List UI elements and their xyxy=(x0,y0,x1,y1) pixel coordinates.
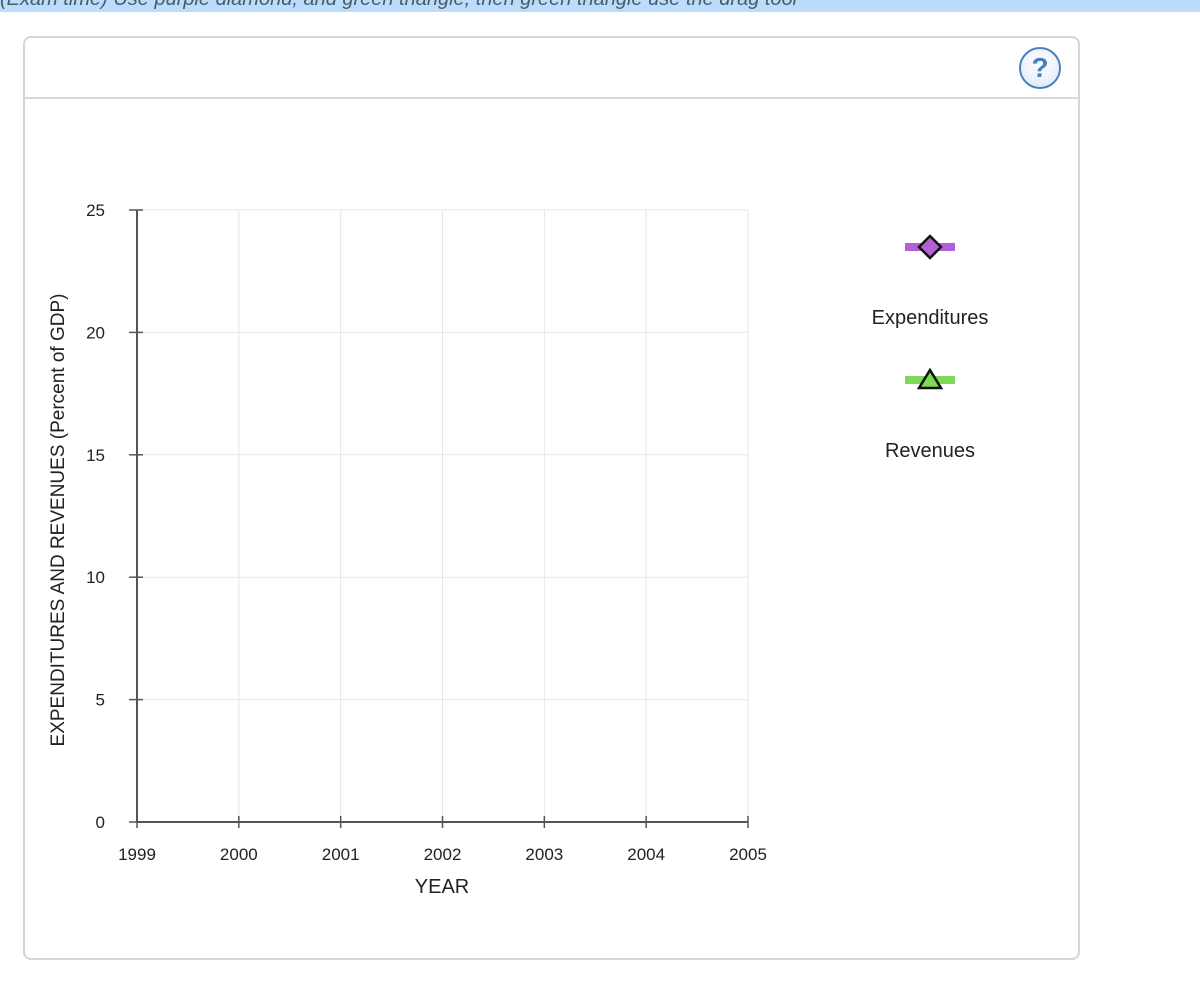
legend-item-revenues[interactable]: Revenues xyxy=(885,367,975,462)
grid-lines xyxy=(137,209,749,822)
y-tick-label: 10 xyxy=(86,568,105,587)
x-tick-label: 2001 xyxy=(322,845,360,864)
x-tick-labels: 1999 2000 2001 2002 2003 2004 2005 xyxy=(118,845,767,864)
y-tick-label: 5 xyxy=(96,691,105,710)
y-tick-label: 0 xyxy=(96,813,105,832)
y-tick-label: 15 xyxy=(86,446,105,465)
legend-label: Revenues xyxy=(885,440,975,462)
legend-item-expenditures[interactable]: Expenditures xyxy=(872,234,989,329)
legend: Expenditures Revenues xyxy=(872,234,989,462)
x-axis-label: YEAR xyxy=(415,876,469,898)
chart-svg: 1999 2000 2001 2002 2003 2004 2005 0510152025 … xyxy=(48,201,989,898)
x-tick-label: 2000 xyxy=(220,845,258,864)
x-tick-label: 1999 xyxy=(118,845,156,864)
diamond-icon xyxy=(917,234,943,260)
legend-label: Expenditures xyxy=(872,307,989,329)
y-tick-label: 20 xyxy=(86,323,105,342)
tick-marks xyxy=(129,209,749,828)
x-tick-label: 2002 xyxy=(424,845,462,864)
y-axis-label: EXPENDITURES AND REVENUES (Percent of GD… xyxy=(48,294,69,747)
x-tick-label: 2003 xyxy=(525,845,563,864)
x-tick-label: 2004 xyxy=(627,845,665,864)
x-tick-label: 2005 xyxy=(729,845,767,864)
y-tick-labels: 0 5 10 15 20 25 xyxy=(86,201,105,832)
y-tick-label: 25 xyxy=(86,201,105,220)
